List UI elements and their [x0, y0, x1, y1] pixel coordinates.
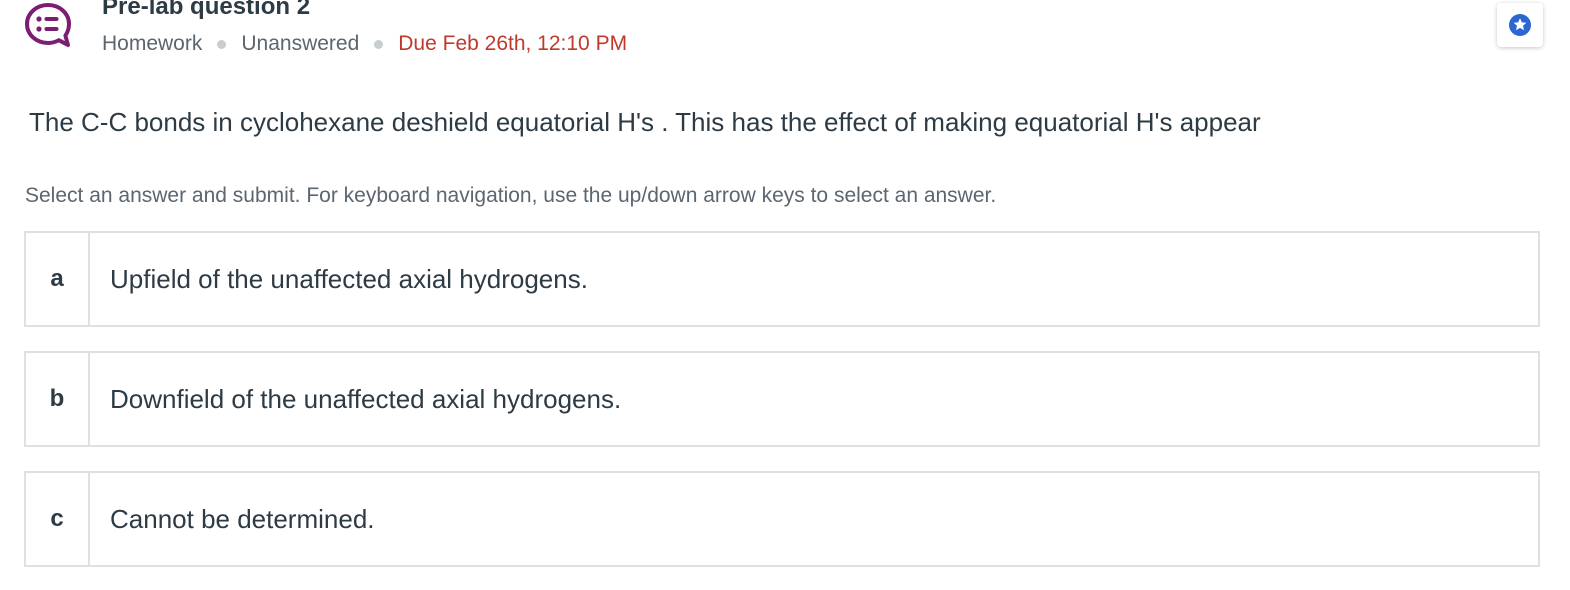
option-text: Cannot be determined.	[110, 503, 375, 534]
multiple-choice-question-icon	[24, 2, 72, 48]
option-text: Downfield of the unaffected axial hydrog…	[110, 383, 622, 414]
due-date: Due Feb 26th, 12:10 PM	[398, 32, 628, 55]
question-meta: Homework Unanswered Due Feb 26th, 12:10 …	[102, 30, 627, 58]
question-title: Pre-lab question 2	[102, 0, 311, 20]
option-letter: c	[26, 473, 90, 565]
bookmark-button[interactable]	[1497, 3, 1543, 47]
separator-dot	[217, 39, 227, 49]
answer-option-c[interactable]: c Cannot be determined.	[24, 471, 1540, 567]
star-bookmark-icon	[1509, 14, 1531, 36]
separator-dot	[374, 39, 384, 49]
answer-option-a[interactable]: a Upfield of the unaffected axial hydrog…	[24, 231, 1540, 327]
answer-instructions: Select an answer and submit. For keyboar…	[25, 184, 997, 207]
option-letter: b	[26, 353, 90, 445]
question-prompt: The C-C bonds in cyclohexane deshield eq…	[29, 107, 1261, 137]
answer-option-b[interactable]: b Downfield of the unaffected axial hydr…	[24, 351, 1540, 447]
answer-status: Unanswered	[241, 32, 360, 55]
option-text: Upfield of the unaffected axial hydrogen…	[110, 263, 588, 294]
assignment-type: Homework	[102, 32, 203, 55]
option-letter: a	[26, 233, 90, 325]
